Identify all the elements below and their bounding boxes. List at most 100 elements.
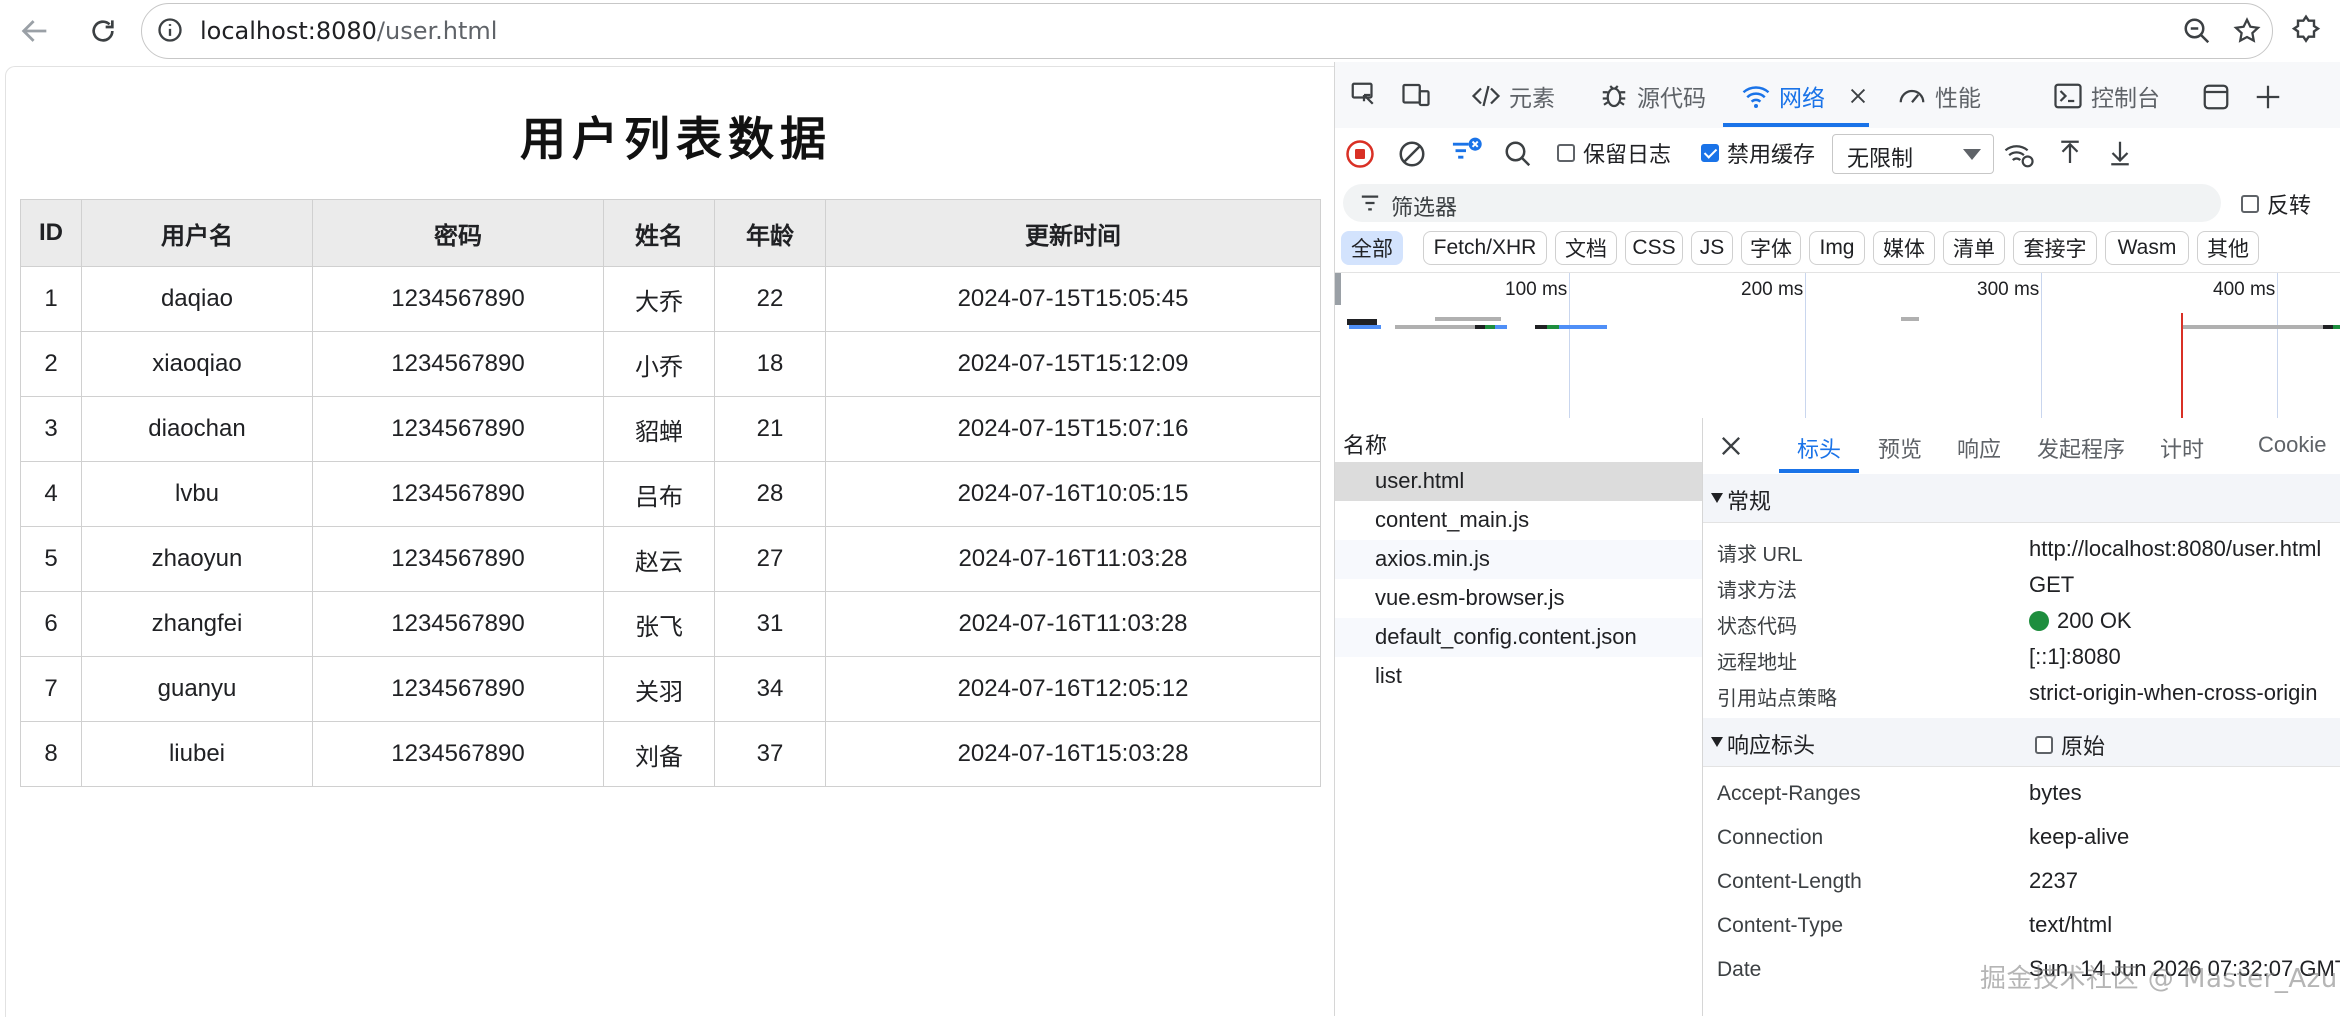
search-icon[interactable] [1503, 139, 1533, 174]
filter-toggle-icon[interactable] [1449, 136, 1483, 173]
request-item[interactable]: content_main.js [1335, 501, 1702, 540]
code-icon [1471, 85, 1501, 107]
general-row: 远程地址 [::1]:8080 [1703, 640, 2340, 676]
type-chip-img[interactable]: Img [1809, 231, 1865, 265]
tab-elements[interactable]: 元素 [1471, 74, 1555, 118]
request-list-header: 名称 [1343, 433, 1388, 458]
close-icon[interactable] [1847, 85, 1869, 107]
zoom-icon[interactable] [2182, 16, 2212, 50]
cell-password: 1234567890 [312, 526, 604, 592]
cell-name: 关羽 [603, 656, 715, 722]
cell-username: zhaoyun [81, 526, 313, 592]
cell-updated: 2024-07-16T12:05:12 [825, 656, 1321, 722]
type-chip-css[interactable]: CSS [1625, 231, 1683, 265]
type-chip-other[interactable]: 其他 [2197, 231, 2259, 265]
invert-box[interactable] [2241, 195, 2259, 213]
url-text: localhost:8080/user.html [200, 17, 497, 45]
disable-cache-box[interactable] [1701, 144, 1719, 162]
cell-name: 赵云 [603, 526, 715, 592]
resource-type-filters: 全部 Fetch/XHR 文档 CSS JS 字体 Img 媒体 清单 套接字 … [1335, 226, 2340, 272]
extensions-icon[interactable] [2290, 14, 2322, 50]
waterfall-bar [1395, 325, 1475, 329]
inspect-element-icon[interactable] [1349, 80, 1379, 115]
detail-tab-headers[interactable]: 标头 [1797, 432, 1841, 464]
browser-toolbar: localhost:8080/user.html [0, 0, 2340, 62]
gridline [2277, 273, 2278, 419]
type-chip-js[interactable]: JS [1691, 231, 1733, 265]
header-key: 状态代码 [1717, 616, 1797, 638]
cell-updated: 2024-07-16T10:05:15 [825, 461, 1321, 527]
clear-icon[interactable] [1397, 139, 1427, 174]
add-tab-icon[interactable] [2253, 82, 2283, 117]
network-conditions-icon[interactable] [2003, 139, 2035, 174]
request-item[interactable]: default_config.content.json [1335, 618, 1702, 657]
detail-tab-response[interactable]: 响应 [1957, 432, 2001, 464]
type-chip-socket[interactable]: 套接字 [2013, 231, 2097, 265]
waterfall-bar [1559, 325, 1607, 329]
cell-updated: 2024-07-16T11:03:28 [825, 591, 1321, 657]
overview-handle[interactable] [1335, 273, 1341, 305]
request-item[interactable]: list [1335, 657, 1702, 696]
star-icon[interactable] [2232, 16, 2262, 50]
cell-name: 张飞 [603, 591, 715, 657]
disable-cache-label: 禁用缓存 [1727, 142, 1816, 167]
header-value: 2237 [2029, 868, 2078, 893]
cell-username: diaochan [81, 396, 313, 462]
site-info-icon[interactable] [156, 16, 184, 48]
waterfall-bar [1495, 325, 1507, 329]
export-har-icon[interactable] [2105, 138, 2135, 173]
column-header-password: 密码 [312, 199, 604, 267]
network-overview[interactable]: 100 ms 200 ms 300 ms 400 ms [1335, 272, 2340, 420]
invert-label: 反转 [2267, 193, 2312, 218]
cell-username: lvbu [81, 461, 313, 527]
table-row: 4 lvbu 1234567890 吕布 28 2024-07-16T10:05:15 [20, 461, 1321, 527]
type-chip-font[interactable]: 字体 [1741, 231, 1801, 265]
type-chip-wasm[interactable]: Wasm [2105, 231, 2189, 265]
column-header-id: ID [20, 199, 82, 267]
device-toolbar-icon[interactable] [1401, 80, 1431, 115]
filter-input[interactable]: 筛选器 [1343, 184, 2221, 222]
preserve-log-box[interactable] [1557, 144, 1575, 162]
request-item[interactable]: axios.min.js [1335, 540, 1702, 579]
tab-sources[interactable]: 源代码 [1599, 74, 1706, 118]
panel-icon[interactable] [2201, 82, 2231, 117]
waterfall-bar [1901, 317, 1919, 321]
address-bar[interactable]: localhost:8080/user.html [141, 3, 2273, 59]
type-chip-manifest[interactable]: 清单 [1943, 231, 2005, 265]
tab-network[interactable]: 网络 [1741, 74, 1869, 118]
tab-console[interactable]: 控制台 [2053, 74, 2160, 118]
close-icon[interactable] [1717, 432, 1745, 465]
console-icon [2054, 83, 2082, 109]
active-tab-indicator [1779, 469, 1859, 473]
response-headers-section-header[interactable]: 响应标头 原始 [1703, 718, 2340, 767]
invert-checkbox[interactable]: 反转 [2241, 188, 2311, 220]
filter-icon [1361, 195, 1379, 211]
detail-tab-cookie[interactable]: Cookie [2258, 432, 2326, 458]
column-header-name: 姓名 [603, 199, 715, 267]
import-har-icon[interactable] [2055, 138, 2085, 173]
type-chip-doc[interactable]: 文档 [1555, 231, 1617, 265]
reload-button[interactable] [80, 8, 126, 54]
preserve-log-checkbox[interactable]: 保留日志 [1557, 137, 1671, 169]
gridline [2041, 273, 2042, 419]
back-button[interactable] [12, 8, 58, 54]
record-stop-icon[interactable] [1345, 139, 1375, 174]
header-value: [::1]:8080 [2029, 644, 2121, 669]
request-item[interactable]: user.html [1335, 462, 1702, 501]
type-chip-fetch[interactable]: Fetch/XHR [1423, 231, 1547, 265]
cell-id: 2 [20, 331, 82, 397]
header-value: GET [2029, 572, 2075, 597]
raw-box[interactable] [2035, 736, 2053, 754]
raw-checkbox[interactable]: 原始 [2035, 729, 2105, 761]
disable-cache-checkbox[interactable]: 禁用缓存 [1701, 137, 1815, 169]
type-chip-all[interactable]: 全部 [1341, 231, 1403, 265]
cell-name: 大乔 [603, 266, 715, 332]
request-item[interactable]: vue.esm-browser.js [1335, 579, 1702, 618]
detail-tab-preview[interactable]: 预览 [1878, 432, 1922, 464]
detail-tab-initiator[interactable]: 发起程序 [2037, 432, 2125, 464]
general-section-header[interactable]: 常规 [1703, 474, 2340, 523]
tab-performance[interactable]: 性能 [1897, 74, 1981, 118]
throttling-select[interactable]: 无限制 [1832, 134, 1994, 174]
detail-tab-timing[interactable]: 计时 [2160, 432, 2204, 464]
type-chip-media[interactable]: 媒体 [1873, 231, 1935, 265]
